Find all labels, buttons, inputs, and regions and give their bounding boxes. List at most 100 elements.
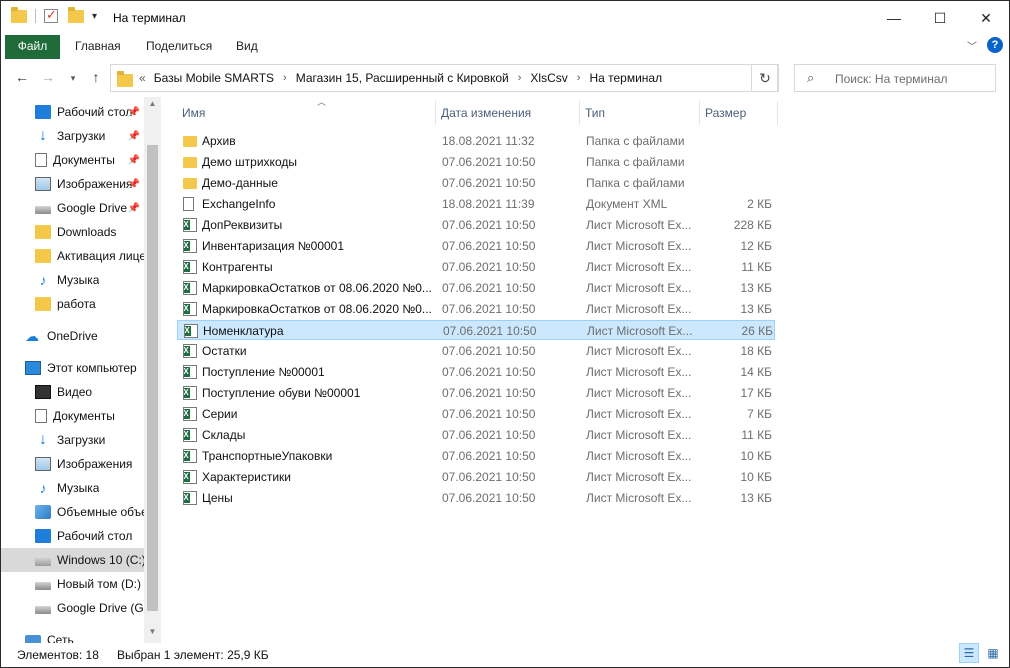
chevron-right-icon[interactable]: › [577,72,581,84]
file-date: 07.06.2021 10:50 [442,155,536,169]
sidebar-item-this-pc[interactable]: Этот компьютер [1,356,144,380]
sidebar-item-music-quick[interactable]: ♪ Музыка [1,268,144,292]
sidebar-item-music[interactable]: ♪ Музыка [1,476,144,500]
recent-locations-icon[interactable]: ▾ [64,73,82,84]
sidebar-item-documents[interactable]: Документы [1,404,144,428]
refresh-icon[interactable]: ↻ [751,64,779,92]
view-switcher: ☰ ▦ [959,643,1003,663]
table-row[interactable]: Инвентаризация №00001 07.06.2021 10:50 Лис… [177,236,775,256]
table-row[interactable]: Цены 07.06.2021 10:50 Лист Microsoft Ex...… [177,488,775,508]
folder-icon [183,178,197,189]
chevron-right-icon[interactable]: › [283,72,287,84]
details-view-icon[interactable]: ☰ [959,643,979,663]
table-row[interactable]: Серии 07.06.2021 10:50 Лист Microsoft Ex..… [177,404,775,424]
table-row[interactable]: Архив 18.08.2021 11:32 Папка с файлами [177,131,775,151]
folder-icon [117,71,133,87]
sidebar-item-pictures[interactable]: Изображения [1,452,144,476]
table-row[interactable]: Склады 07.06.2021 10:50 Лист Microsoft Ex.… [177,425,775,445]
table-row[interactable]: МаркировкаОстатков от 08.06.2020 №0... 07… [177,299,775,319]
sidebar-item-downloads[interactable]: ↓ Загрузки [1,428,144,452]
maximize-button[interactable]: ☐ [917,1,963,35]
file-type: Документ XML [586,197,668,211]
table-row[interactable]: Поступление обуви №00001 07.06.2021 10:50… [177,383,775,403]
breadcrumb-item[interactable]: Магазин 15, Расширенный с Кировкой [296,71,509,85]
chevron-right-icon[interactable]: › [518,72,522,84]
close-button[interactable]: ✕ [963,1,1009,35]
forward-arrow-icon[interactable]: → [39,69,57,85]
search-input[interactable]: ⌕ Поиск: На терминал [794,64,996,92]
file-type: Лист Microsoft Ex... [586,428,692,442]
table-row[interactable]: Номенклатура 07.06.2021 10:50 Лист Microso… [177,320,775,340]
help-icon[interactable]: ? [987,37,1003,53]
back-arrow-icon[interactable]: ← [13,69,31,85]
column-header-type[interactable]: Тип [580,101,700,125]
sidebar-item-google-drive-pinned[interactable]: Google Drive 📌 [1,196,144,220]
tab-file[interactable]: Файл [5,35,60,59]
sidebar-item-activation[interactable]: Активация лицензии [1,244,144,268]
sidebar-item-onedrive[interactable]: ☁ OneDrive [1,324,144,348]
table-row[interactable]: ТранспортныеУпаковки 07.06.2021 10:50 Лист… [177,446,775,466]
file-date: 07.06.2021 10:50 [442,470,536,484]
table-row[interactable]: Остатки 07.06.2021 10:50 Лист Microsoft Ex… [177,341,775,361]
file-date: 07.06.2021 10:50 [442,239,536,253]
sidebar-item-desktop[interactable]: Рабочий стол [1,524,144,548]
column-header-date[interactable]: Дата изменения [436,101,580,125]
breadcrumb-item[interactable]: Базы Mobile SMARTS [154,71,274,85]
file-date: 07.06.2021 10:50 [443,324,537,338]
minimize-button[interactable]: — [871,1,917,35]
table-row[interactable]: Демо штрихкоды 07.06.2021 10:50 Папка с фа… [177,152,775,172]
table-row[interactable]: Контрагенты 07.06.2021 10:50 Лист Microsof… [177,257,775,277]
table-row[interactable]: Демо-данные 07.06.2021 10:50 Папка с файла… [177,173,775,193]
scrollbar-thumb[interactable] [147,145,158,611]
sidebar-item-drive-d[interactable]: Новый том (D:) [1,572,144,596]
expand-ribbon-icon[interactable]: ﹀ [967,38,977,53]
sidebar-item-downloads-pinned[interactable]: ↓ Загрузки 📌 [1,124,144,148]
column-header-size[interactable]: Размер [700,101,778,125]
window-title: На терминал [113,11,186,25]
breadcrumb-item[interactable]: На терминал [589,71,662,85]
file-date: 07.06.2021 10:50 [442,344,536,358]
excel-file-icon [183,407,197,421]
sidebar-item-3d-objects[interactable]: Объемные объекты [1,500,144,524]
tab-share[interactable]: Поделиться [136,35,222,59]
sidebar-item-drive-c[interactable]: Windows 10 (C:) [1,548,144,572]
table-row[interactable]: ExchangeInfo 18.08.2021 11:39 Документ XML… [177,194,775,214]
folder-icon[interactable] [11,6,27,23]
sidebar-item-pictures-pinned[interactable]: Изображения 📌 [1,172,144,196]
customize-toolbar-icon[interactable]: ▾ [92,11,97,22]
sidebar-item-documents-pinned[interactable]: Документы 📌 [1,148,144,172]
column-header-name[interactable]: Имя [177,101,436,125]
address-bar[interactable]: « Базы Mobile SMARTS › Магазин 15, Расши… [110,64,778,92]
breadcrumb-overflow[interactable]: « [139,71,146,85]
sidebar-item-videos[interactable]: Видео [1,380,144,404]
file-size: 12 КБ [740,239,772,253]
sidebar-item-work[interactable]: работа [1,292,144,316]
breadcrumb-item[interactable]: XlsCsv [530,71,567,85]
up-arrow-icon[interactable]: ↑ [87,69,105,85]
file-type: Лист Microsoft Ex... [586,470,692,484]
scroll-up-icon[interactable]: ▲ [144,99,161,113]
properties-icon[interactable] [44,7,58,23]
file-name: Поступление №00001 [202,365,325,379]
sidebar-item-desktop-pinned[interactable]: Рабочий стол 📌 [1,100,144,124]
sidebar-item-downloads-folder[interactable]: Downloads [1,220,144,244]
file-date: 07.06.2021 10:50 [442,428,536,442]
column-header-row: ︿ Имя Дата изменения Тип Размер [177,97,977,125]
file-size: 11 КБ [741,428,772,442]
large-icons-view-icon[interactable]: ▦ [983,643,1003,663]
sidebar-item-network[interactable]: Сеть [1,628,144,643]
sidebar-item-drive-g[interactable]: Google Drive (G:) [1,596,144,620]
toolbar-divider [35,9,36,23]
pin-icon: 📌 [127,154,140,166]
scroll-down-icon[interactable]: ▼ [144,627,161,641]
table-row[interactable]: ДопРеквизиты 07.06.2021 10:50 Лист Microso… [177,215,775,235]
table-row[interactable]: Поступление №00001 07.06.2021 10:50 Лист M… [177,362,775,382]
breadcrumb: « Базы Mobile SMARTS › Магазин 15, Расши… [139,71,662,85]
table-row[interactable]: МаркировкаОстатков от 08.06.2020 №0... 07… [177,278,775,298]
tab-view[interactable]: Вид [226,35,268,59]
sidebar-scrollbar[interactable]: ▲ ▼ [144,97,161,643]
excel-file-icon [183,239,197,253]
table-row[interactable]: Характеристики 07.06.2021 10:50 Лист Micro… [177,467,775,487]
new-folder-icon[interactable] [68,6,84,23]
tab-home[interactable]: Главная [65,35,131,59]
